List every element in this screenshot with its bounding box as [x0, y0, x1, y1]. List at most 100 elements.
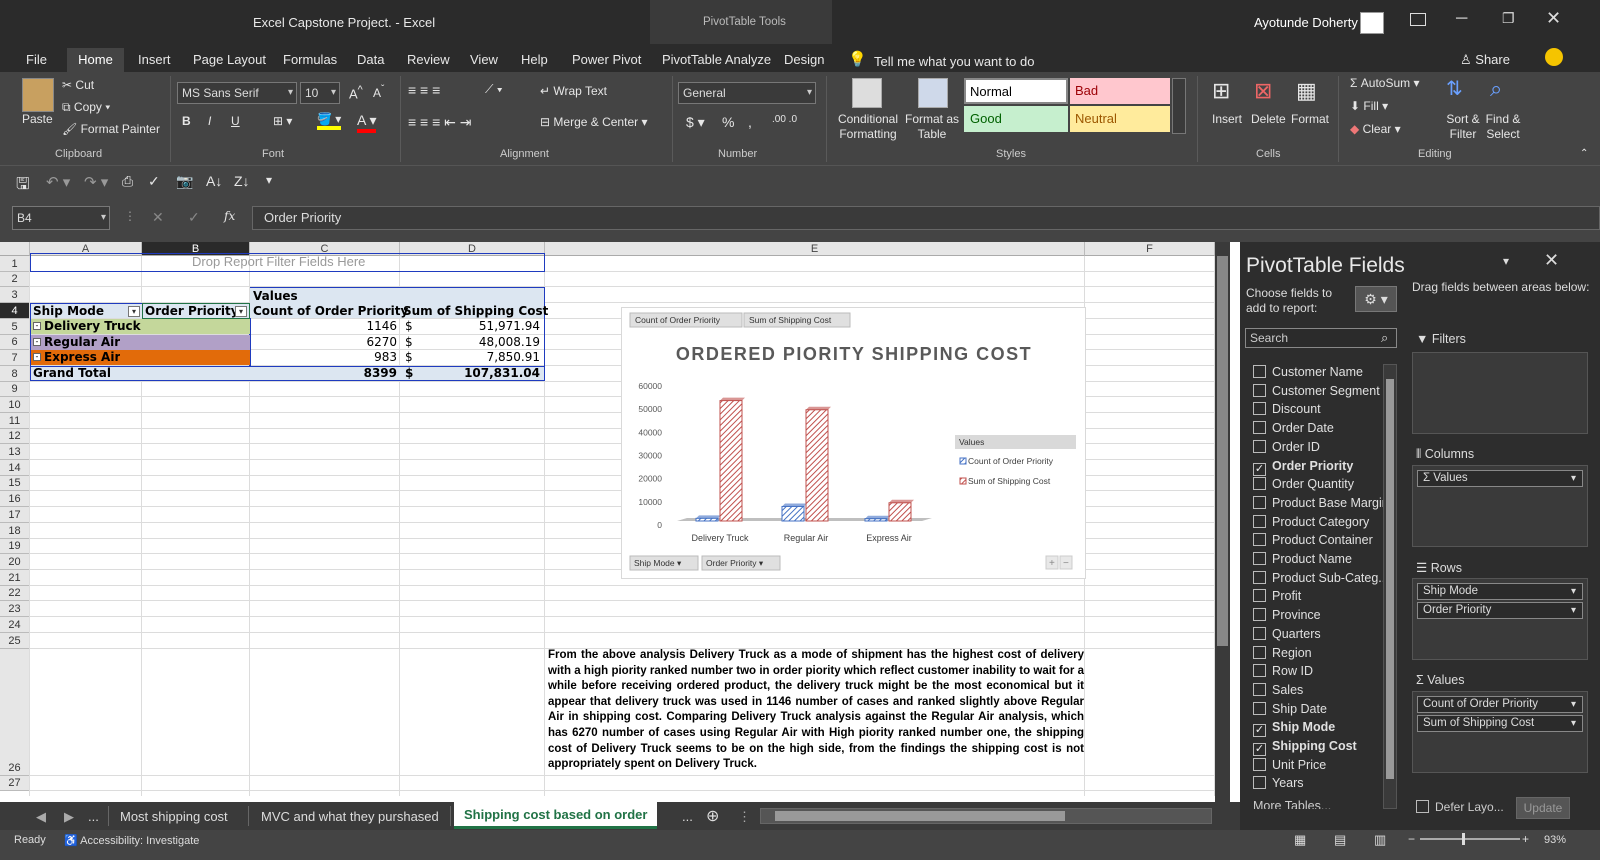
- field-checkbox[interactable]: [1253, 533, 1266, 547]
- zoom-level[interactable]: 93%: [1544, 834, 1566, 846]
- sheet-tab-shipping-cost-based-on-order[interactable]: Shipping cost based on order: [454, 802, 658, 829]
- field-item[interactable]: ✓ Shipping Cost: [1253, 738, 1357, 756]
- field-list[interactable]: Customer Name Customer Segment Discount Ord…: [1245, 364, 1397, 809]
- comma-button[interactable]: ,: [748, 114, 752, 130]
- align-left-icon[interactable]: ≡ ≡ ≡ ⇤ ⇥: [408, 114, 472, 131]
- insert-cells-icon[interactable]: ⊞: [1212, 78, 1230, 104]
- format-as-table-button[interactable]: Format as Table: [904, 112, 960, 142]
- row-header[interactable]: 14: [0, 460, 30, 476]
- field-checkbox[interactable]: [1253, 757, 1266, 771]
- field-item[interactable]: Customer Segment: [1253, 383, 1380, 401]
- field-item[interactable]: Sales: [1253, 682, 1303, 700]
- collapse-ribbon-icon[interactable]: ⌃: [1580, 148, 1588, 159]
- merge-center-button[interactable]: ⊟ Merge & Center ▾: [540, 115, 647, 129]
- tab-formulas[interactable]: Formulas: [277, 48, 343, 72]
- find-icon[interactable]: ⌕: [1490, 76, 1502, 102]
- tab-review[interactable]: Review: [401, 48, 456, 72]
- field-item[interactable]: Row ID: [1253, 663, 1313, 681]
- add-sheet-icon[interactable]: ⊕: [696, 805, 729, 829]
- field-item[interactable]: Product Name: [1253, 551, 1352, 569]
- close-pane-icon[interactable]: ✕: [1544, 250, 1559, 271]
- field-checkbox[interactable]: [1253, 402, 1266, 416]
- orientation-icon[interactable]: ⟋ ▾: [485, 82, 503, 97]
- rows-ship-mode-chip[interactable]: Ship Mode: [1417, 583, 1583, 600]
- row-header[interactable]: 24: [0, 617, 30, 633]
- field-item[interactable]: Order Date: [1253, 420, 1334, 438]
- find-select-button[interactable]: Find & Select: [1482, 112, 1524, 142]
- bold-button[interactable]: B: [182, 114, 191, 128]
- row-header[interactable]: 25: [0, 633, 30, 649]
- vertical-scrollbar[interactable]: [1215, 242, 1230, 802]
- row-header[interactable]: 18: [0, 523, 30, 539]
- sheet-tab-mvc[interactable]: MVC and what they purshased: [251, 805, 449, 829]
- search-icon[interactable]: ⌕: [1381, 330, 1388, 346]
- zoom-slider[interactable]: [1420, 838, 1520, 840]
- undo-icon[interactable]: ↶ ▾: [46, 173, 70, 191]
- close-window-icon[interactable]: ✕: [1546, 8, 1561, 29]
- row-header[interactable]: 4: [0, 303, 30, 319]
- paste-button[interactable]: Paste: [22, 112, 53, 126]
- sort-desc-icon[interactable]: Z↓: [234, 173, 250, 189]
- decimal-icon[interactable]: .00 .0: [772, 114, 797, 125]
- page-break-view-icon[interactable]: ▥: [1374, 832, 1386, 848]
- sort-asc-icon[interactable]: A↓: [206, 173, 222, 189]
- row-header[interactable]: 23: [0, 601, 30, 617]
- grow-font-button[interactable]: A^: [349, 84, 363, 101]
- print-preview-icon[interactable]: ⎙: [122, 173, 133, 190]
- minimize-icon[interactable]: ─: [1456, 10, 1467, 28]
- field-item[interactable]: Product Base Margin: [1253, 495, 1389, 513]
- currency-button[interactable]: $ ▾: [686, 114, 705, 131]
- filters-area[interactable]: [1412, 352, 1588, 434]
- font-color-icon[interactable]: A ▾: [357, 112, 377, 133]
- ship-mode-header[interactable]: Ship Mode: [33, 304, 104, 318]
- field-checkbox[interactable]: [1253, 664, 1266, 678]
- cut-button[interactable]: ✂ Cut: [62, 78, 94, 92]
- share-button[interactable]: ♙ Share: [1460, 52, 1510, 68]
- field-checkbox[interactable]: ✓: [1253, 462, 1266, 476]
- fill-button[interactable]: ⬇ Fill ▾: [1350, 99, 1388, 113]
- page-layout-view-icon[interactable]: ▤: [1334, 832, 1346, 848]
- conditional-formatting-button[interactable]: Conditional Formatting: [836, 112, 900, 142]
- field-item[interactable]: Discount: [1253, 401, 1321, 419]
- formula-input[interactable]: Order Priority: [252, 206, 1600, 230]
- user-name[interactable]: Ayotunde Doherty: [1254, 15, 1358, 30]
- field-item[interactable]: Region: [1253, 645, 1312, 663]
- normal-view-icon[interactable]: ▦: [1294, 832, 1306, 848]
- field-list-scrollbar[interactable]: [1383, 364, 1397, 809]
- row-header[interactable]: 12: [0, 429, 30, 444]
- select-all[interactable]: [0, 242, 30, 256]
- tab-design[interactable]: Design: [778, 48, 830, 72]
- row-header[interactable]: 19: [0, 539, 30, 554]
- format-cells-button[interactable]: Format: [1291, 112, 1329, 126]
- field-checkbox[interactable]: ✓: [1253, 743, 1266, 756]
- redo-icon[interactable]: ↷ ▾: [84, 173, 108, 191]
- update-button[interactable]: Update: [1516, 797, 1570, 819]
- defer-layout-checkbox[interactable]: Defer Layo...: [1416, 800, 1504, 814]
- sheet-tab-most-shipping-cost[interactable]: Most shipping cost: [110, 805, 238, 829]
- col-header-f[interactable]: F: [1085, 242, 1215, 256]
- underline-button[interactable]: U: [231, 114, 240, 128]
- name-box[interactable]: B4: [12, 206, 110, 230]
- borders-icon[interactable]: ⊞ ▾: [273, 114, 292, 128]
- row-header[interactable]: 7: [0, 350, 30, 366]
- field-checkbox[interactable]: [1253, 645, 1266, 659]
- avatar[interactable]: [1360, 12, 1384, 34]
- zoom-in-icon[interactable]: +: [1522, 832, 1529, 846]
- delete-cells-icon[interactable]: ⊠: [1254, 78, 1272, 104]
- rows-area[interactable]: Ship Mode Order Priority: [1412, 578, 1588, 660]
- tab-insert[interactable]: Insert: [132, 48, 177, 72]
- pane-options-icon[interactable]: ▾: [1503, 254, 1509, 268]
- row-header[interactable]: 16: [0, 491, 30, 507]
- field-checkbox[interactable]: [1253, 552, 1266, 565]
- spelling-icon[interactable]: ✓: [148, 173, 160, 190]
- font-name-select[interactable]: MS Sans Serif: [177, 82, 297, 104]
- row-header[interactable]: 22: [0, 586, 30, 601]
- row-header[interactable]: 11: [0, 413, 30, 429]
- field-checkbox[interactable]: [1253, 495, 1266, 509]
- paste-icon[interactable]: [22, 78, 54, 112]
- zoom-out-icon[interactable]: −: [1408, 832, 1415, 846]
- field-checkbox[interactable]: [1253, 570, 1266, 584]
- row-header[interactable]: 26: [0, 649, 30, 776]
- horizontal-scrollbar[interactable]: [760, 808, 1212, 824]
- insert-function-icon[interactable]: fx: [224, 209, 235, 223]
